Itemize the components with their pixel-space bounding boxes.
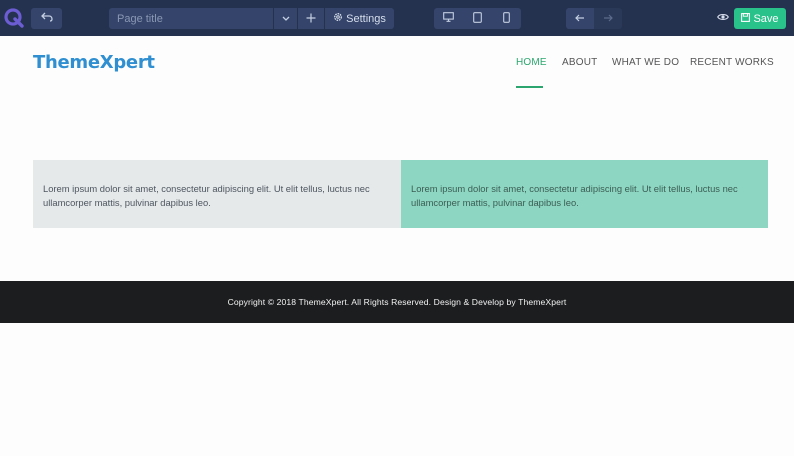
- page-dropdown-button[interactable]: [274, 8, 297, 29]
- save-button[interactable]: Save: [734, 8, 786, 29]
- content-box-right[interactable]: Lorem ipsum dolor sit amet, consectetur …: [401, 160, 768, 228]
- nav-item-recent-works[interactable]: RECENT WORKS: [690, 57, 774, 68]
- content-box-left[interactable]: Lorem ipsum dolor sit amet, consectetur …: [33, 160, 401, 228]
- plus-icon: [306, 10, 316, 27]
- gear-icon: [333, 12, 343, 25]
- copyright-text: Copyright © 2018 ThemeXpert. All Rights …: [227, 297, 567, 307]
- arrow-right-icon: [603, 13, 613, 25]
- save-label: Save: [753, 12, 779, 25]
- add-page-button[interactable]: [298, 8, 324, 29]
- save-icon: [741, 12, 751, 25]
- desktop-view-button[interactable]: [434, 8, 463, 29]
- arrow-left-icon: [575, 13, 585, 25]
- forward-button[interactable]: [594, 8, 622, 29]
- content-box-text: Lorem ipsum dolor sit amet, consectetur …: [411, 183, 738, 208]
- eye-icon: [717, 12, 729, 24]
- back-button[interactable]: [566, 8, 594, 29]
- undo-icon: [40, 12, 53, 25]
- settings-label: Settings: [346, 12, 386, 25]
- q-logo-icon[interactable]: [2, 6, 26, 30]
- editor-toolbar: Settings: [0, 0, 794, 36]
- preview-button[interactable]: [714, 9, 732, 27]
- history-controls: [566, 8, 622, 29]
- mobile-view-button[interactable]: [492, 8, 521, 29]
- nav-item-what-we-do[interactable]: WHAT WE DO: [612, 57, 679, 68]
- active-nav-indicator: [516, 86, 543, 88]
- undo-button[interactable]: [31, 8, 62, 29]
- content-box-text: Lorem ipsum dolor sit amet, consectetur …: [43, 183, 370, 208]
- nav-item-home[interactable]: HOME: [516, 57, 547, 68]
- site-logo[interactable]: ThemeXpert: [33, 52, 155, 73]
- settings-button[interactable]: Settings: [325, 8, 394, 29]
- chevron-down-icon: [282, 13, 290, 25]
- mobile-icon: [503, 11, 510, 26]
- desktop-icon: [443, 12, 454, 25]
- site-footer: Copyright © 2018 ThemeXpert. All Rights …: [0, 281, 794, 323]
- device-switcher: [434, 8, 521, 29]
- tablet-icon: [473, 11, 482, 26]
- page-title-input[interactable]: [109, 8, 273, 29]
- nav-item-about[interactable]: ABOUT: [562, 57, 597, 68]
- tablet-view-button[interactable]: [463, 8, 492, 29]
